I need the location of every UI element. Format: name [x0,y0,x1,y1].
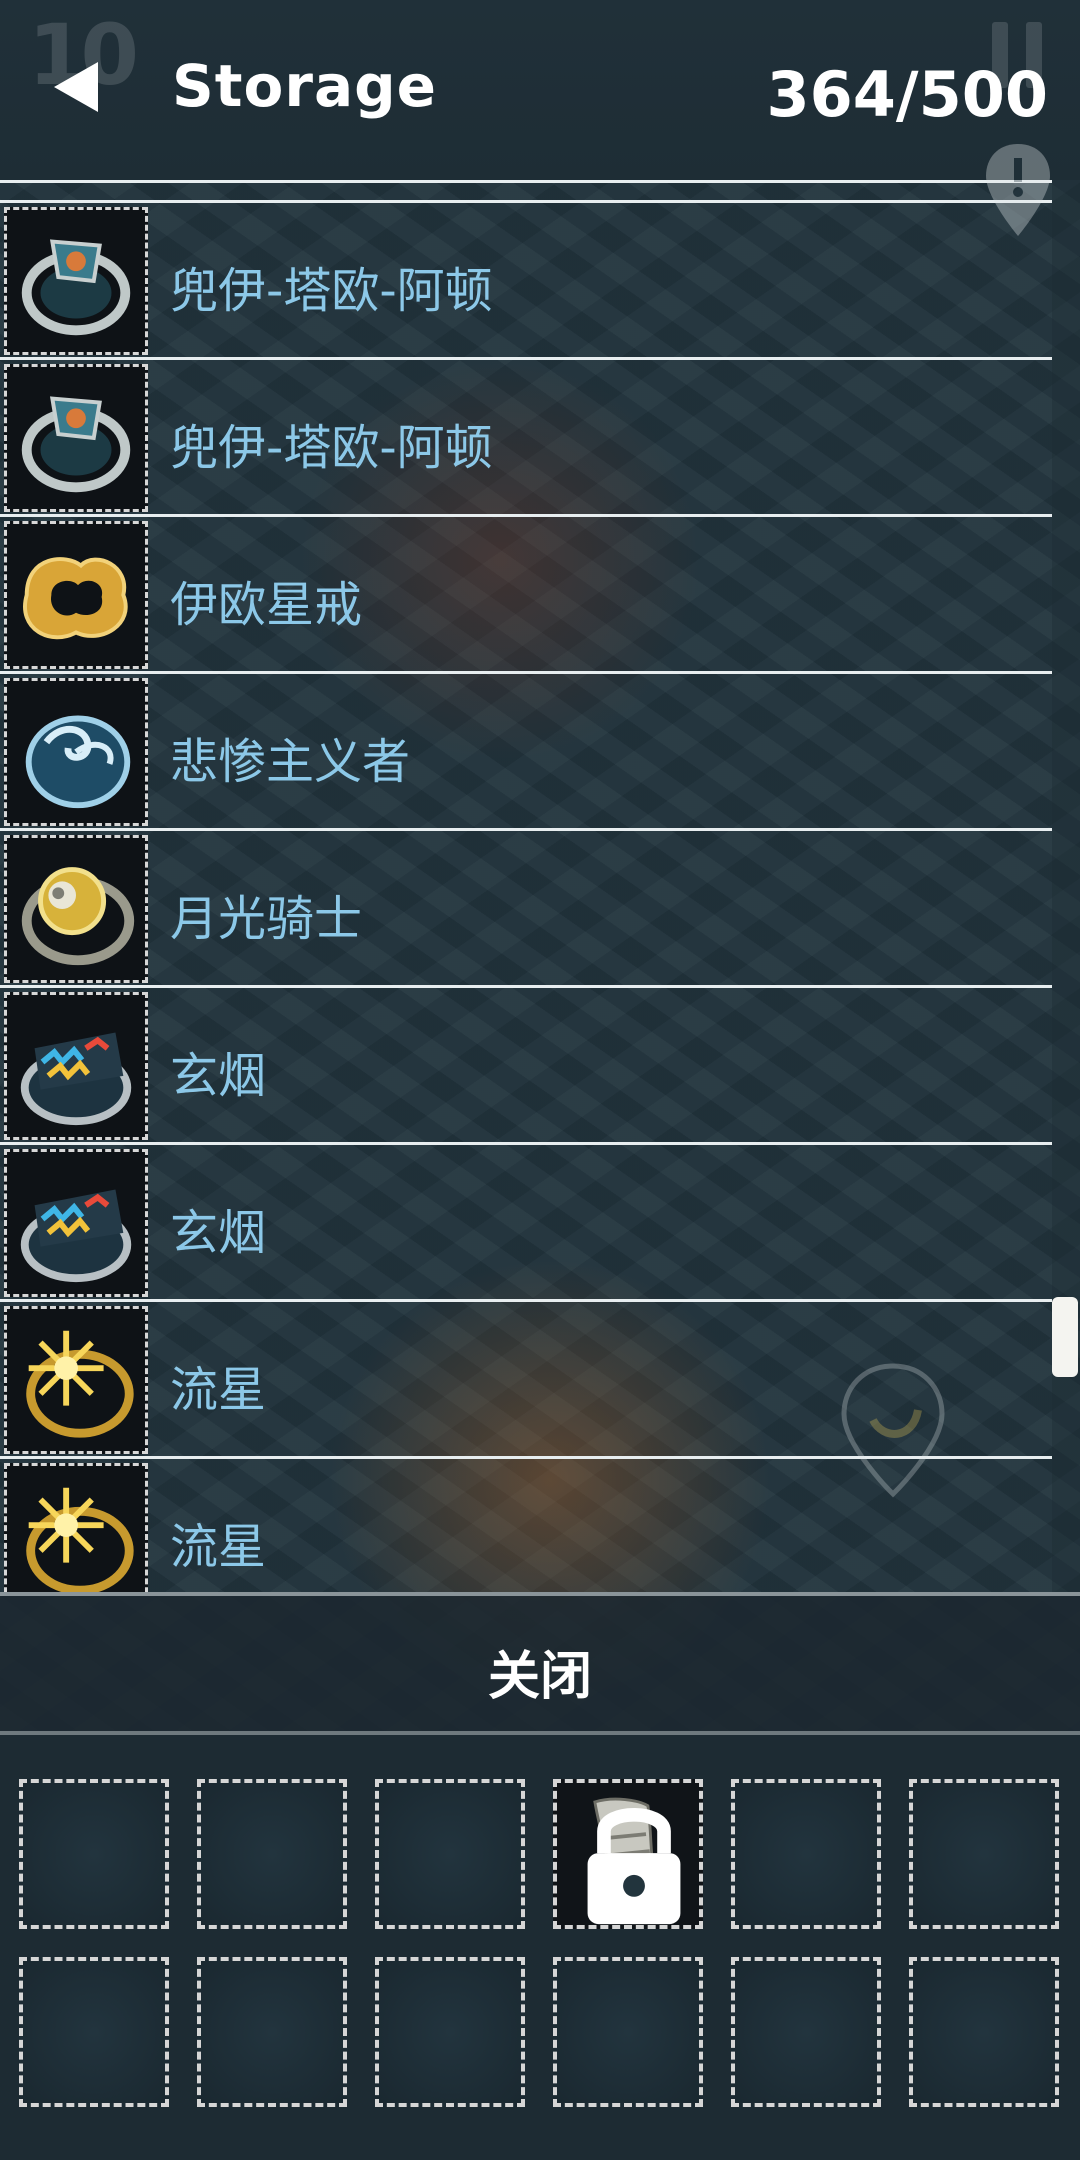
inventory-slot[interactable] [731,1957,881,2107]
list-scrollbar-thumb[interactable] [1052,1297,1078,1377]
list-scrollbar-track[interactable] [1052,180,1080,1592]
alert-marker-icon [986,144,1050,236]
item-name: 月光骑士 [170,891,363,947]
inventory-slot[interactable] [197,1779,347,1929]
banana-marker-icon [841,1363,945,1498]
storage-item-row[interactable]: 玄烟 [0,985,1052,1142]
ring-rainbow-icon [4,992,148,1140]
item-name: 兜伊-塔欧-阿顿 [170,420,493,476]
inventory-panel [0,1735,1080,2160]
ring-blue-gem-icon [4,207,148,355]
inventory-slot[interactable] [731,1779,881,1929]
item-name: 玄烟 [170,1048,267,1104]
storage-item-row[interactable]: 兜伊-塔欧-阿顿 [0,200,1052,357]
inventory-slot[interactable] [375,1779,525,1929]
inventory-slot[interactable] [909,1779,1059,1929]
inventory-slot[interactable] [553,1957,703,2107]
inventory-slot[interactable] [197,1957,347,2107]
lock-icon [587,1808,681,1925]
storage-item-row[interactable]: 玄烟 [0,1142,1052,1299]
storage-header: 10 Storage 364/500 [0,0,1080,180]
storage-capacity: 364/500 [766,58,1048,131]
inventory-slot[interactable] [375,1957,525,2107]
item-name: 流星 [170,1362,267,1418]
close-button[interactable]: 关闭 [0,1592,1080,1737]
ring-gold-burst-icon [4,1306,148,1454]
inventory-slot[interactable] [19,1779,169,1929]
item-name: 流星 [170,1519,267,1575]
storage-item-row[interactable]: 兜伊-塔欧-阿顿 [0,357,1052,514]
back-button[interactable] [40,52,110,122]
ring-gold-star-icon [4,521,148,669]
close-button-label: 关闭 [487,1647,592,1707]
storage-item-row[interactable]: 伊欧星戒 [0,514,1052,671]
ring-rainbow-icon [4,1149,148,1297]
ring-blue-swirl-icon [4,678,148,826]
inventory-slot[interactable] [19,1957,169,2107]
ring-gold-burst-icon [4,1463,148,1592]
item-name: 兜伊-塔欧-阿顿 [170,263,493,319]
storage-item-row[interactable]: 月光骑士 [0,828,1052,985]
item-name: 伊欧星戒 [170,577,363,633]
inventory-slot-filled[interactable] [553,1779,703,1929]
storage-item-row[interactable]: 悲惨主义者 [0,671,1052,828]
ring-gold-moon-icon [4,835,148,983]
item-name: 悲惨主义者 [170,734,411,790]
page-title: Storage [172,52,437,120]
ring-blue-gem-icon [4,364,148,512]
list-divider [0,180,1052,183]
back-arrow-icon [54,62,98,112]
inventory-slot[interactable] [909,1957,1059,2107]
item-name: 玄烟 [170,1205,267,1261]
